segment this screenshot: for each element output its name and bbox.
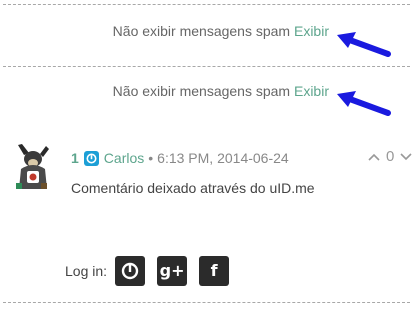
comment-author[interactable]: Carlos [104, 150, 144, 166]
top-divider [3, 4, 410, 5]
meta-separator: • [148, 150, 154, 166]
middle-divider [3, 66, 410, 67]
comment-header: 1 Carlos • 6:13 PM, 2014-06-24 [71, 150, 289, 166]
arrow-annotation-icon [337, 32, 391, 57]
show-spam-link[interactable]: Exibir [294, 83, 329, 99]
facebook-icon: f [210, 261, 218, 280]
comment-points: 1 [71, 150, 79, 166]
spam-notice-2: Não exibir mensagens spam Exibir [113, 83, 329, 99]
login-bar: Log in: g+ f [65, 256, 241, 286]
google-plus-icon: g+ [159, 261, 185, 280]
arrow-annotation-icon [337, 91, 391, 116]
comment-timestamp[interactable]: 6:13 PM, 2014-06-24 [157, 150, 289, 166]
spam-notice-1: Não exibir mensagens spam Exibir [113, 23, 329, 39]
vote-count: 0 [386, 148, 395, 165]
spam-notice-text: Não exibir mensagens spam [112, 23, 291, 39]
upvote-icon[interactable] [368, 152, 380, 162]
uid-logo-icon [121, 262, 139, 280]
google-plus-login-button[interactable]: g+ [157, 256, 188, 286]
avatar[interactable] [10, 143, 52, 191]
show-spam-link[interactable]: Exibir [294, 23, 329, 39]
comment-body: Comentário deixado através do uID.me [71, 180, 315, 196]
vote-controls: 0 [368, 148, 412, 165]
downvote-icon[interactable] [400, 152, 412, 162]
login-label: Log in: [65, 263, 108, 279]
uid-login-button[interactable] [115, 256, 146, 286]
facebook-login-button[interactable]: f [199, 256, 230, 286]
bottom-divider [3, 302, 410, 303]
uid-badge-icon [83, 150, 99, 166]
spam-notice-text: Não exibir mensagens spam [112, 83, 291, 99]
